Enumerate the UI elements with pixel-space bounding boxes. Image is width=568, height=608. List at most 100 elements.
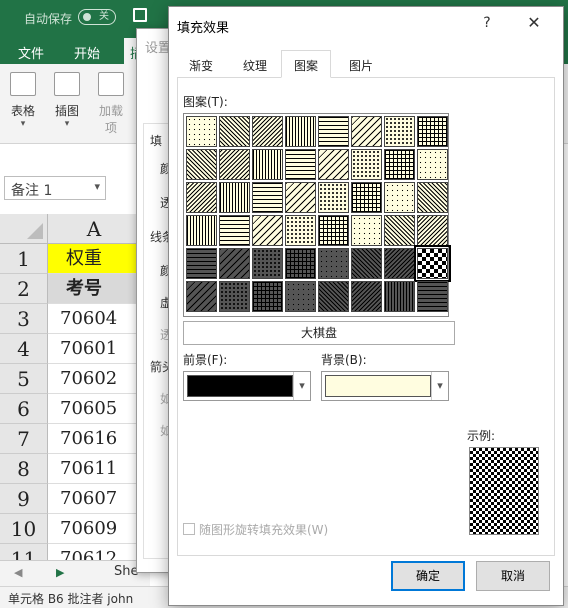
chevron-down-icon[interactable]: ▾: [293, 372, 310, 400]
pattern-swatch[interactable]: [417, 281, 448, 312]
cell[interactable]: 70601: [48, 334, 140, 364]
tab-gradient[interactable]: 渐变: [189, 57, 213, 74]
table-row: 9 70607: [0, 484, 140, 514]
screen: 自动保存 关 文件 开始 插 表格▾ 插图▾ 加载 项 备注 1 A 1权重 2…: [0, 0, 568, 608]
tab-file[interactable]: 文件: [18, 43, 44, 62]
scroll-right-icon[interactable]: ▶: [56, 566, 64, 579]
tab-home[interactable]: 开始: [74, 43, 100, 62]
pattern-swatch[interactable]: [186, 116, 217, 147]
select-all-corner[interactable]: [0, 214, 48, 244]
table-row: 6 70605: [0, 394, 140, 424]
ok-button[interactable]: 确定: [391, 561, 465, 591]
pattern-swatch[interactable]: [252, 116, 283, 147]
pattern-swatch[interactable]: [219, 182, 250, 213]
pattern-swatch[interactable]: [285, 116, 316, 147]
pattern-swatch[interactable]: [285, 149, 316, 180]
pattern-grid: [183, 113, 451, 317]
pattern-swatch[interactable]: [186, 248, 217, 279]
tab-texture[interactable]: 纹理: [243, 57, 267, 74]
pattern-swatch[interactable]: [219, 149, 250, 180]
foreground-color-select[interactable]: ▾: [183, 371, 311, 401]
sheet-tab[interactable]: She: [114, 564, 139, 579]
pattern-swatch[interactable]: [252, 182, 283, 213]
pattern-swatch[interactable]: [417, 149, 448, 180]
pattern-swatch[interactable]: [417, 116, 448, 147]
pattern-swatch[interactable]: [351, 248, 382, 279]
pattern-swatch[interactable]: [252, 215, 283, 246]
cell[interactable]: 70609: [48, 514, 140, 544]
cell[interactable]: 70605: [48, 394, 140, 424]
pattern-swatch[interactable]: [351, 149, 382, 180]
rotate-with-shape-checkbox[interactable]: [183, 523, 195, 535]
pattern-swatch[interactable]: [351, 281, 382, 312]
chevron-down-icon[interactable]: ▾: [431, 372, 448, 400]
background-label: 背景(B):: [321, 353, 367, 367]
cell[interactable]: 70602: [48, 364, 140, 394]
fill-effects-dialog: 填充效果 ? ✕ 渐变 纹理 图案 图片 图案(T): 大棋盘 前景(F): ▾…: [168, 6, 564, 606]
pattern-swatch[interactable]: [384, 149, 415, 180]
addins-icon: [98, 72, 124, 96]
pattern-swatch[interactable]: [285, 182, 316, 213]
dialog-title: 填充效果: [177, 21, 230, 36]
name-box[interactable]: 备注 1: [4, 176, 106, 200]
pattern-swatch[interactable]: [351, 116, 382, 147]
pattern-swatch[interactable]: [318, 281, 349, 312]
pattern-swatch[interactable]: [318, 215, 349, 246]
pattern-swatch[interactable]: [219, 215, 250, 246]
pattern-swatch[interactable]: [384, 182, 415, 213]
cell[interactable]: 70611: [48, 454, 140, 484]
pattern-swatch[interactable]: [384, 215, 415, 246]
tab-picture[interactable]: 图片: [349, 57, 373, 74]
pattern-swatch[interactable]: [318, 116, 349, 147]
tab-pattern[interactable]: 图案: [281, 50, 332, 78]
pattern-swatch[interactable]: [219, 281, 250, 312]
pattern-swatch[interactable]: [351, 182, 382, 213]
cell[interactable]: 70604: [48, 304, 140, 334]
pattern-swatch[interactable]: [285, 215, 316, 246]
close-icon[interactable]: ✕: [523, 13, 545, 32]
pattern-swatch[interactable]: [318, 149, 349, 180]
pattern-swatch[interactable]: [384, 281, 415, 312]
foreground-swatch: [187, 375, 293, 397]
pattern-swatch[interactable]: [219, 248, 250, 279]
column-header-a[interactable]: A: [48, 214, 140, 244]
table-button[interactable]: 表格 ▾: [6, 72, 40, 129]
cell[interactable]: 考号: [48, 274, 140, 304]
pattern-swatch[interactable]: [186, 215, 217, 246]
sample-preview: [469, 447, 539, 535]
cell[interactable]: 权重: [48, 244, 140, 274]
pattern-swatch[interactable]: [417, 215, 448, 246]
pattern-swatch[interactable]: [252, 248, 283, 279]
background-color-select[interactable]: ▾: [321, 371, 449, 401]
foreground-label: 前景(F):: [183, 353, 228, 367]
pattern-swatch[interactable]: [417, 182, 448, 213]
pattern-swatch[interactable]: [351, 215, 382, 246]
pattern-swatch[interactable]: [219, 116, 250, 147]
background-swatch: [325, 375, 431, 397]
table-row: 1 权重: [0, 244, 140, 274]
save-icon[interactable]: [133, 8, 147, 22]
cell[interactable]: 70616: [48, 424, 140, 454]
pattern-swatch[interactable]: [318, 182, 349, 213]
help-icon[interactable]: ?: [477, 15, 497, 31]
addins-button[interactable]: 加载 项: [94, 72, 128, 136]
pattern-swatch[interactable]: [252, 149, 283, 180]
pattern-swatch[interactable]: [252, 281, 283, 312]
shapes-icon: [54, 72, 80, 96]
pattern-swatch[interactable]: [414, 245, 451, 282]
sheet-tab-bar: ◀ ▶ She: [0, 560, 150, 586]
pattern-swatch[interactable]: [285, 281, 316, 312]
scroll-left-icon[interactable]: ◀: [14, 566, 22, 579]
pattern-swatch[interactable]: [186, 182, 217, 213]
pattern-swatch[interactable]: [186, 281, 217, 312]
cell[interactable]: 70607: [48, 484, 140, 514]
pattern-swatch[interactable]: [285, 248, 316, 279]
pattern-swatch[interactable]: [384, 116, 415, 147]
pattern-swatch[interactable]: [384, 248, 415, 279]
autosave-toggle[interactable]: 关: [78, 9, 116, 25]
cancel-button[interactable]: 取消: [476, 561, 550, 591]
pattern-swatch[interactable]: [318, 248, 349, 279]
selected-pattern-name: 大棋盘: [183, 321, 455, 345]
pattern-swatch[interactable]: [186, 149, 217, 180]
illustrations-button[interactable]: 插图 ▾: [50, 72, 84, 129]
